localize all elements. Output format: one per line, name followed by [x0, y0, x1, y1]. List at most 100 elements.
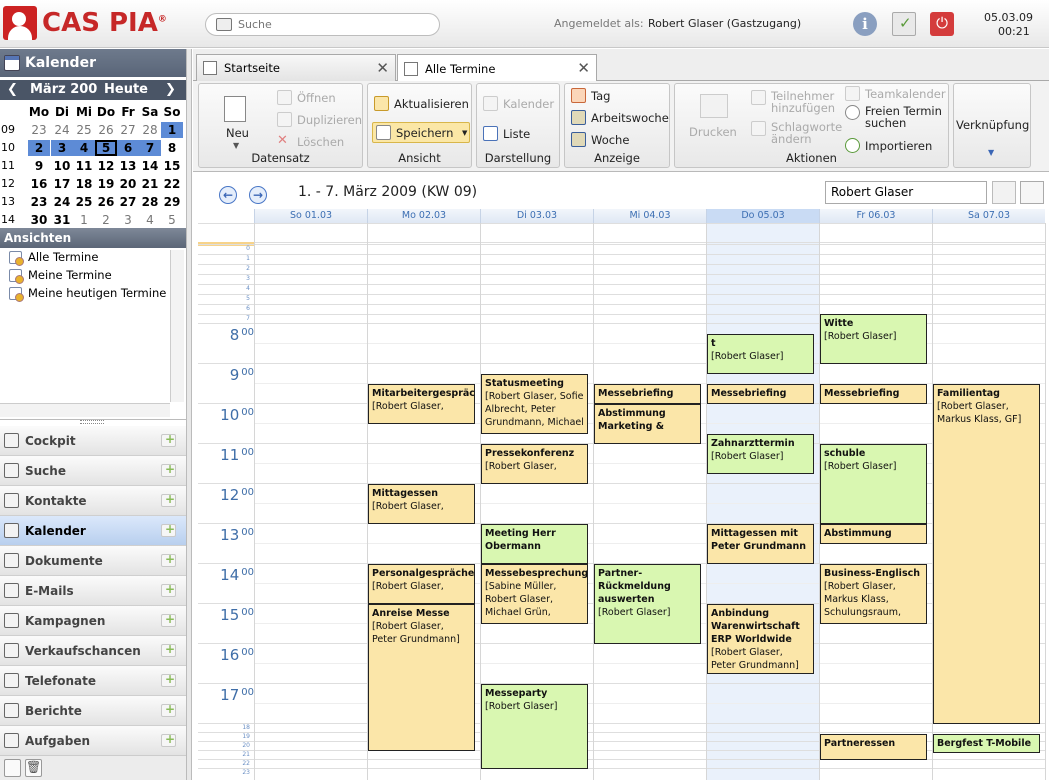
- mini-day[interactable]: 14: [139, 158, 161, 174]
- mini-day[interactable]: 2: [95, 212, 117, 228]
- change-keywords-button[interactable]: Schlagworte ändern: [751, 121, 842, 145]
- calendar-event[interactable]: Anreise Messe [Robert Glaser, Peter Grund…: [368, 604, 475, 751]
- mini-day[interactable]: 24: [51, 194, 73, 210]
- calendar-event[interactable]: Messebesprechung [Sabine Müller, Robert G…: [481, 564, 588, 624]
- mini-day[interactable]: 12: [95, 158, 117, 174]
- view-item-meine-termine[interactable]: Meine Termine: [9, 266, 112, 284]
- day-header[interactable]: Mo 02.03: [367, 209, 480, 223]
- tab-startseite[interactable]: Startseite ✕: [196, 54, 396, 81]
- view-toggle-icon[interactable]: [1020, 181, 1044, 204]
- next-week-button[interactable]: →: [249, 186, 267, 204]
- mini-day[interactable]: 30: [28, 212, 50, 228]
- mini-day[interactable]: 23: [28, 122, 50, 138]
- mini-day[interactable]: 28: [139, 122, 161, 138]
- calendar-event[interactable]: Witte [Robert Glaser]: [820, 314, 927, 364]
- calendar-event[interactable]: Anbindung Warenwirtschaft ERP Worldwide[…: [707, 604, 814, 674]
- calendar-event[interactable]: Partner-Rückmeldung auswerten [Robert Gla…: [594, 564, 701, 644]
- person-field[interactable]: Robert Glaser: [825, 181, 987, 204]
- trash-icon[interactable]: 🗑: [25, 759, 42, 777]
- mini-day[interactable]: 28: [139, 194, 161, 210]
- prev-week-button[interactable]: ←: [219, 186, 237, 204]
- add-icon[interactable]: [161, 582, 176, 597]
- add-icon[interactable]: [161, 672, 176, 687]
- mini-day[interactable]: 3: [117, 212, 139, 228]
- mini-day[interactable]: 26: [95, 194, 117, 210]
- mini-day[interactable]: 5: [161, 212, 183, 228]
- add-participant-button[interactable]: Teilnehmer hinzufügen: [751, 90, 835, 114]
- calendar-event[interactable]: Mitarbeitergespräc [Robert Glaser,: [368, 384, 475, 424]
- link-button[interactable]: Verknüpfung: [956, 118, 1029, 132]
- mini-day[interactable]: 23: [28, 194, 50, 210]
- nav-item-emails[interactable]: E-Mails: [0, 576, 186, 606]
- new-button[interactable]: Neu: [226, 126, 249, 140]
- add-icon[interactable]: [161, 522, 176, 537]
- mini-day[interactable]: 25: [73, 122, 95, 138]
- calendar-event[interactable]: Bergfest T-Mobile: [933, 734, 1040, 753]
- mini-day[interactable]: 4: [139, 212, 161, 228]
- open-button[interactable]: Öffnen: [277, 90, 336, 105]
- mini-day[interactable]: 2: [28, 140, 50, 156]
- today-button[interactable]: Heute: [104, 82, 148, 97]
- nav-item-kampagnen[interactable]: Kampagnen: [0, 606, 186, 636]
- print-icon[interactable]: [700, 94, 728, 118]
- mini-day[interactable]: 31: [51, 212, 73, 228]
- week-grid[interactable]: So 01.03 Mo 02.03 Di 03.03 Mi 04.03 Do 05.03…: [198, 209, 1046, 780]
- mini-day[interactable]: 3: [51, 140, 73, 156]
- power-icon[interactable]: ⏻: [930, 12, 954, 36]
- calendar-event[interactable]: Meeting Herr Obermann: [481, 524, 588, 564]
- mini-day[interactable]: 10: [51, 158, 73, 174]
- panel-resize-grip[interactable]: [80, 420, 104, 424]
- nav-item-suche[interactable]: Suche: [0, 456, 186, 486]
- calendar-event[interactable]: Statusmeeting [Robert Glaser, Sofie Albre…: [481, 374, 588, 434]
- nav-item-verkaufschancen[interactable]: Verkaufschancen: [0, 636, 186, 666]
- add-icon[interactable]: [161, 612, 176, 627]
- save-view-button[interactable]: Speichern ▼: [372, 122, 471, 143]
- day-header[interactable]: Do 05.03: [706, 209, 819, 223]
- calendar-event[interactable]: Mittagessen mit Peter Grundmann: [707, 524, 814, 564]
- list-view-button[interactable]: Liste: [483, 126, 530, 141]
- delete-button[interactable]: ✕ Löschen: [277, 134, 344, 149]
- mini-day[interactable]: 25: [73, 194, 95, 210]
- add-icon[interactable]: [161, 462, 176, 477]
- add-icon[interactable]: [161, 732, 176, 747]
- mini-day[interactable]: 24: [51, 122, 73, 138]
- print-button[interactable]: Drucken: [689, 125, 737, 139]
- calendar-view-button[interactable]: Kalender: [483, 96, 554, 111]
- window-icon[interactable]: [4, 759, 21, 777]
- day-header[interactable]: Sa 07.03: [932, 209, 1045, 223]
- add-icon[interactable]: [161, 642, 176, 657]
- teamcalendar-button[interactable]: Teamkalender: [845, 86, 946, 101]
- calendar-event[interactable]: t [Robert Glaser]: [707, 334, 814, 374]
- calendar-event[interactable]: Messebriefing: [820, 384, 927, 404]
- add-icon[interactable]: [161, 432, 176, 447]
- mini-day[interactable]: 17: [51, 176, 73, 192]
- close-icon[interactable]: ✕: [577, 59, 590, 77]
- calendar-event[interactable]: Abstimmung: [820, 524, 927, 544]
- mini-day[interactable]: 6: [117, 140, 139, 156]
- calendar-event[interactable]: Business-Englisch [Robert Glaser, Markus …: [820, 564, 927, 624]
- sidebar-splitter[interactable]: [186, 49, 192, 780]
- mini-day[interactable]: 16: [28, 176, 50, 192]
- nav-item-kalender[interactable]: Kalender: [0, 516, 186, 546]
- global-search[interactable]: [205, 13, 440, 36]
- lock-icon[interactable]: [992, 181, 1016, 204]
- group-verknuepfung[interactable]: Verknüpfung ▼: [953, 83, 1031, 168]
- mini-day[interactable]: 13: [117, 158, 139, 174]
- calendar-event[interactable]: Messeparty [Robert Glaser]: [481, 684, 588, 769]
- mini-day[interactable]: 9: [28, 158, 50, 174]
- add-icon[interactable]: [161, 702, 176, 717]
- views-vertical-scrollbar[interactable]: [170, 250, 184, 402]
- mini-day[interactable]: 27: [117, 194, 139, 210]
- mini-day[interactable]: 8: [161, 140, 183, 156]
- mini-day[interactable]: 7: [139, 140, 161, 156]
- calendar-event[interactable]: Familientag [Robert Glaser, Markus Klass,…: [933, 384, 1040, 724]
- calendar-event[interactable]: Messebriefing: [594, 384, 701, 404]
- mini-day[interactable]: 1: [73, 212, 95, 228]
- views-horizontal-scrollbar[interactable]: [0, 403, 170, 417]
- duplicate-button[interactable]: Duplizieren: [277, 112, 362, 127]
- nav-item-berichte[interactable]: Berichte: [0, 696, 186, 726]
- week-view-button[interactable]: Woche: [571, 132, 629, 147]
- calendar-event[interactable]: Messebriefing: [707, 384, 814, 404]
- mini-day[interactable]: 22: [161, 176, 183, 192]
- refresh-button[interactable]: Aktualisieren: [374, 96, 469, 111]
